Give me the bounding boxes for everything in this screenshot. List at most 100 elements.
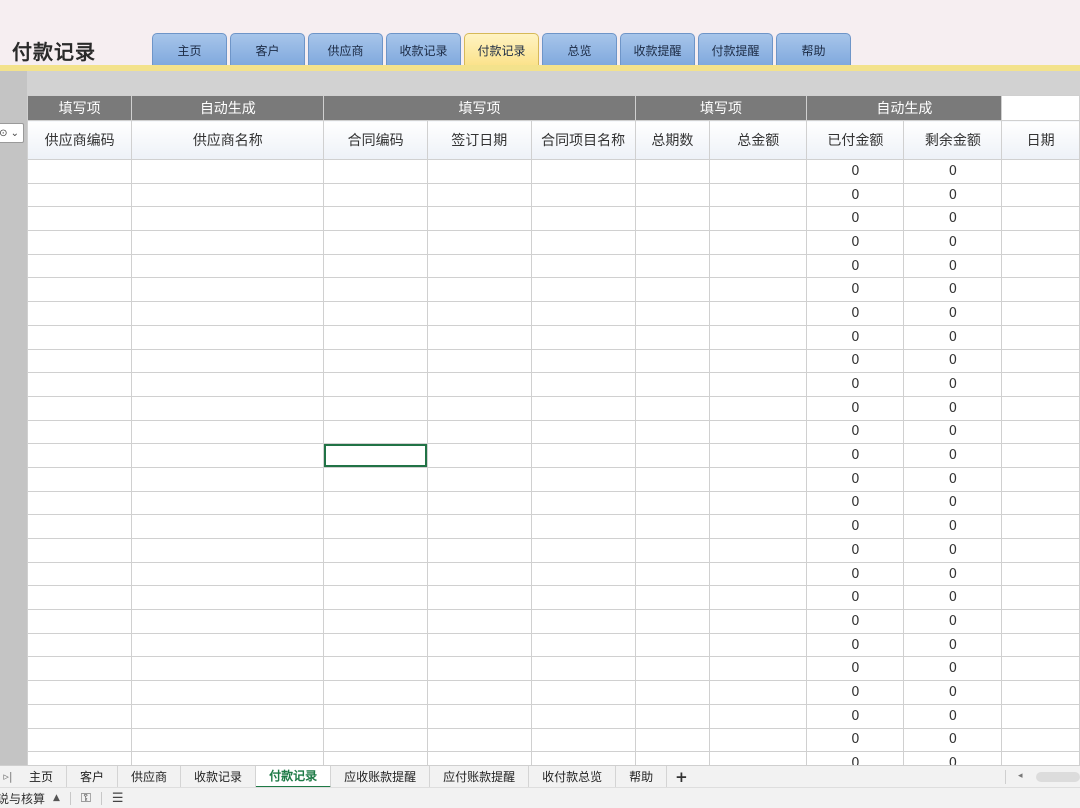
table-cell[interactable] [709, 301, 808, 326]
table-cell[interactable] [634, 656, 711, 682]
table-cell[interactable] [26, 395, 133, 421]
table-cell[interactable] [323, 680, 428, 705]
table-cell[interactable]: 0 [903, 253, 1003, 279]
table-cell[interactable] [634, 727, 711, 753]
last-sheet-icon[interactable]: ▹| [0, 770, 16, 783]
table-cell[interactable]: 0 [806, 703, 905, 729]
column-header[interactable]: 合同项目名称 [530, 120, 636, 160]
table-cell[interactable] [323, 490, 428, 516]
table-cell[interactable] [26, 443, 133, 468]
table-cell[interactable] [426, 632, 532, 658]
table-cell[interactable] [323, 372, 428, 397]
table-cell[interactable] [26, 419, 133, 445]
table-cell[interactable] [530, 159, 636, 184]
table-cell[interactable] [26, 206, 133, 232]
sheet-list-icon[interactable]: ☰ [112, 791, 124, 806]
table-cell[interactable] [26, 727, 133, 753]
table-cell[interactable] [709, 324, 808, 350]
table-cell[interactable] [26, 372, 133, 397]
table-cell[interactable]: 0 [903, 395, 1003, 421]
column-header[interactable]: 剩余金额 [903, 120, 1003, 160]
table-cell[interactable] [709, 751, 808, 765]
sheet-tab[interactable]: 帮助 [616, 765, 668, 788]
table-cell[interactable] [530, 609, 636, 634]
column-header[interactable]: 合同编码 [323, 120, 428, 160]
table-cell[interactable] [323, 419, 428, 445]
table-cell[interactable]: 0 [903, 561, 1003, 587]
table-cell[interactable] [634, 182, 711, 208]
table-cell[interactable] [1001, 727, 1080, 753]
nav-tab[interactable]: 收款记录 [386, 33, 461, 66]
table-cell[interactable] [530, 230, 636, 255]
table-cell[interactable] [26, 159, 133, 184]
table-cell[interactable] [634, 324, 711, 350]
table-cell[interactable] [634, 680, 711, 705]
table-cell[interactable] [1001, 703, 1080, 729]
table-cell[interactable] [426, 324, 532, 350]
sheet-tab[interactable]: 客户 [67, 765, 119, 788]
table-cell[interactable] [426, 301, 532, 326]
table-cell[interactable] [530, 277, 636, 303]
table-cell[interactable] [1001, 324, 1080, 350]
table-cell[interactable] [323, 538, 428, 563]
table-cell[interactable]: 0 [806, 609, 905, 634]
table-cell[interactable] [530, 348, 636, 374]
table-cell[interactable] [709, 466, 808, 492]
table-cell[interactable]: 0 [806, 277, 905, 303]
table-cell[interactable] [131, 395, 325, 421]
table-cell[interactable] [323, 301, 428, 326]
table-cell[interactable]: 0 [903, 585, 1003, 611]
nav-tab[interactable]: 供应商 [308, 33, 383, 66]
table-cell[interactable] [131, 466, 325, 492]
column-header[interactable]: 已付金额 [806, 120, 905, 160]
table-cell[interactable] [1001, 632, 1080, 658]
table-cell[interactable] [323, 206, 428, 232]
sheet-tab[interactable]: 供应商 [118, 765, 182, 788]
table-cell[interactable] [426, 206, 532, 232]
table-cell[interactable]: 0 [806, 561, 905, 587]
table-cell[interactable] [530, 490, 636, 516]
table-cell[interactable] [634, 751, 711, 765]
selected-cell[interactable] [323, 443, 428, 468]
nav-tab[interactable]: 付款记录 [464, 33, 539, 66]
column-header[interactable]: 总金额 [709, 120, 808, 160]
column-header[interactable]: 日期 [1001, 120, 1080, 160]
table-cell[interactable] [1001, 514, 1080, 539]
table-cell[interactable] [426, 419, 532, 445]
table-cell[interactable] [709, 561, 808, 587]
table-cell[interactable] [1001, 656, 1080, 682]
nav-tab[interactable]: 付款提醒 [698, 33, 773, 66]
table-cell[interactable] [131, 656, 325, 682]
table-cell[interactable] [26, 632, 133, 658]
table-cell[interactable] [26, 538, 133, 563]
add-sheet-button[interactable]: + [667, 768, 696, 786]
table-cell[interactable]: 0 [806, 159, 905, 184]
table-cell[interactable] [634, 159, 711, 184]
table-cell[interactable] [26, 751, 133, 765]
table-cell[interactable] [131, 751, 325, 765]
table-cell[interactable] [634, 561, 711, 587]
table-cell[interactable] [323, 751, 428, 765]
table-cell[interactable] [323, 727, 428, 753]
column-header[interactable]: 供应商编码 [26, 120, 133, 160]
table-cell[interactable] [131, 419, 325, 445]
nav-tab[interactable]: 客户 [230, 33, 305, 66]
table-cell[interactable]: 0 [806, 348, 905, 374]
table-cell[interactable]: 0 [806, 206, 905, 232]
table-cell[interactable]: 0 [903, 632, 1003, 658]
table-cell[interactable]: 0 [903, 466, 1003, 492]
table-cell[interactable] [709, 230, 808, 255]
table-cell[interactable] [426, 656, 532, 682]
horizontal-scrollbar[interactable] [1036, 772, 1080, 782]
table-cell[interactable]: 0 [903, 538, 1003, 563]
table-cell[interactable] [634, 253, 711, 279]
nav-tab[interactable]: 主页 [152, 33, 227, 66]
table-cell[interactable]: 0 [806, 632, 905, 658]
table-cell[interactable] [709, 727, 808, 753]
table-cell[interactable]: 0 [903, 514, 1003, 539]
table-cell[interactable] [634, 609, 711, 634]
table-cell[interactable] [1001, 372, 1080, 397]
sheet-tab[interactable]: 应收账款提醒 [331, 765, 431, 788]
table-cell[interactable] [709, 656, 808, 682]
table-cell[interactable] [426, 680, 532, 705]
